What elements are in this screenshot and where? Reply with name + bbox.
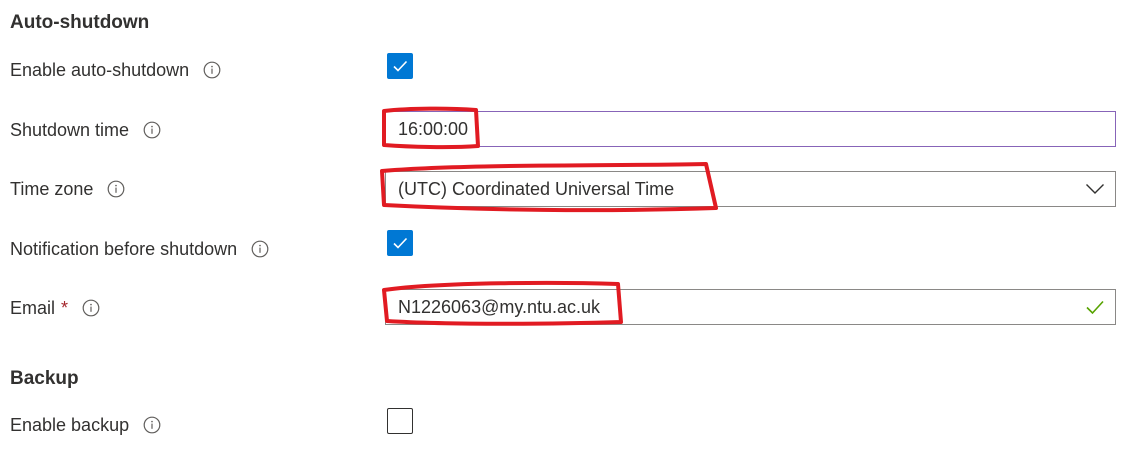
section-title-auto-shutdown: Auto-shutdown — [10, 12, 150, 33]
checkmark-icon — [393, 60, 408, 72]
shutdown-time-value: 16:00:00 — [398, 118, 469, 139]
notification-checkbox[interactable] — [387, 230, 413, 256]
enable-backup-checkbox[interactable] — [387, 408, 413, 434]
email-input[interactable]: N1226063@my.ntu.ac.uk — [385, 289, 1116, 325]
info-icon[interactable] — [82, 299, 100, 317]
info-icon[interactable] — [143, 121, 161, 139]
label-text: Shutdown time — [10, 119, 130, 140]
time-zone-label: Time zone — [10, 175, 125, 203]
label-text: Enable backup — [10, 414, 130, 435]
shutdown-time-input[interactable]: 16:00:00 — [385, 111, 1116, 147]
shutdown-time-label: Shutdown time — [10, 116, 161, 144]
label-text: Enable auto-shutdown — [10, 59, 190, 80]
label-text: Email — [10, 297, 56, 318]
info-icon[interactable] — [107, 180, 125, 198]
info-icon[interactable] — [203, 61, 221, 79]
time-zone-value: (UTC) Coordinated Universal Time — [398, 178, 675, 199]
info-icon[interactable] — [143, 416, 161, 434]
checkmark-icon — [393, 237, 408, 249]
info-icon[interactable] — [251, 240, 269, 258]
enable-auto-shutdown-label: Enable auto-shutdown — [10, 56, 221, 84]
section-title-backup: Backup — [10, 368, 79, 389]
chevron-down-icon[interactable] — [1085, 172, 1105, 206]
time-zone-select[interactable]: (UTC) Coordinated Universal Time — [385, 171, 1116, 207]
label-text: Time zone — [10, 178, 94, 199]
email-label: Email * — [10, 294, 100, 322]
required-mark: * — [61, 297, 69, 318]
email-value: N1226063@my.ntu.ac.uk — [398, 296, 601, 317]
valid-check-icon — [1085, 290, 1105, 324]
notification-label: Notification before shutdown — [10, 235, 269, 263]
enable-auto-shutdown-checkbox[interactable] — [387, 53, 413, 79]
auto-shutdown-settings: Auto-shutdown Enable auto-shutdown Shutd… — [0, 0, 1137, 471]
enable-backup-label: Enable backup — [10, 411, 161, 439]
label-text: Notification before shutdown — [10, 238, 238, 259]
